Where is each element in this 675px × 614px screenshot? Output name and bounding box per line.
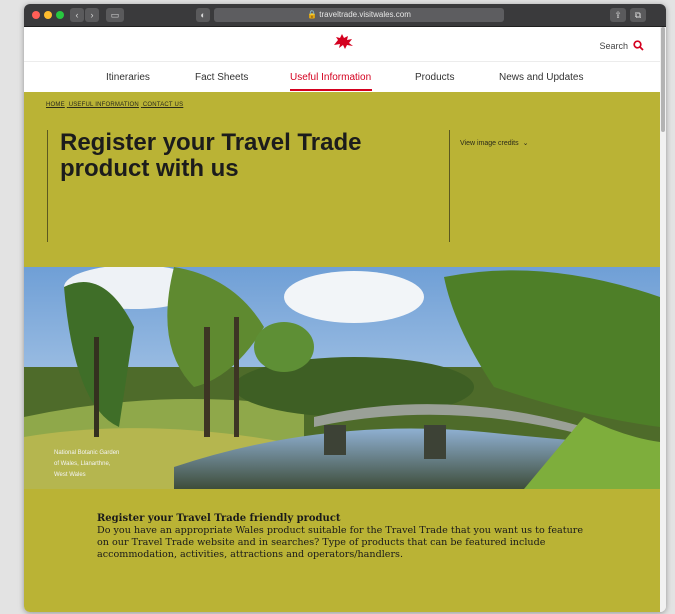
hero-band: HOME USEFUL INFORMATION CONTACT US Regis…	[24, 92, 660, 267]
photo-caption: National Botanic Garden of Wales, Llanar…	[54, 450, 120, 478]
lock-icon: 🔒	[307, 10, 320, 19]
content-band: Register your Travel Trade friendly prod…	[24, 489, 660, 612]
nav-item-itineraries[interactable]: Itineraries	[106, 72, 150, 83]
page-title: Register your Travel Trade product with …	[60, 129, 362, 182]
page-scrollbar[interactable]	[660, 27, 666, 612]
active-nav-indicator	[290, 89, 372, 91]
search-icon[interactable]	[633, 40, 644, 51]
sidebar-icon[interactable]: ▭	[106, 8, 124, 22]
breadcrumb-home[interactable]: HOME	[46, 102, 65, 108]
zoom-window-button[interactable]	[56, 11, 64, 19]
close-window-button[interactable]	[32, 11, 40, 19]
share-icon[interactable]: ⇪	[610, 8, 626, 22]
search-control[interactable]: Search	[599, 40, 644, 51]
nav-item-products[interactable]: Products	[415, 72, 454, 83]
main-nav: Itineraries Fact Sheets Useful Informati…	[24, 61, 666, 93]
nav-item-news-and-updates[interactable]: News and Updates	[499, 72, 584, 83]
url-text: traveltrade.visitwales.com	[319, 10, 411, 19]
forward-button[interactable]: ›	[85, 8, 99, 22]
section-heading: Register your Travel Trade friendly prod…	[97, 513, 341, 524]
welsh-dragon-logo-icon[interactable]	[331, 31, 355, 51]
nav-item-useful-information[interactable]: Useful Information	[290, 72, 371, 83]
breadcrumb: HOME USEFUL INFORMATION CONTACT US	[46, 102, 185, 108]
hero-divider-right	[449, 130, 450, 242]
browser-window: ‹ › ▭ ◐ 🔒 traveltrade.visitwales.com ⇪ ⧉…	[24, 4, 666, 612]
hero-divider-left	[47, 130, 48, 242]
breadcrumb-useful-information[interactable]: USEFUL INFORMATION	[69, 102, 139, 108]
image-credits-label: View image credits	[460, 139, 519, 147]
image-credits-toggle[interactable]: View image credits ⌄	[460, 139, 529, 148]
minimize-window-button[interactable]	[44, 11, 52, 19]
tabs-icon[interactable]: ⧉	[630, 8, 646, 22]
nav-item-fact-sheets[interactable]: Fact Sheets	[195, 72, 248, 83]
privacy-shield-icon[interactable]: ◐	[196, 8, 210, 22]
back-button[interactable]: ‹	[70, 8, 84, 22]
search-label: Search	[599, 40, 628, 51]
address-bar[interactable]: 🔒 traveltrade.visitwales.com	[214, 8, 504, 22]
breadcrumb-contact-us[interactable]: CONTACT US	[143, 102, 183, 108]
site-header: Search	[24, 27, 666, 61]
scrollbar-thumb[interactable]	[661, 27, 665, 132]
browser-toolbar: ‹ › ▭ ◐ 🔒 traveltrade.visitwales.com ⇪ ⧉	[24, 4, 666, 27]
section-paragraph: Do you have an appropriate Wales product…	[97, 525, 584, 560]
chevron-down-icon: ⌄	[522, 140, 529, 147]
